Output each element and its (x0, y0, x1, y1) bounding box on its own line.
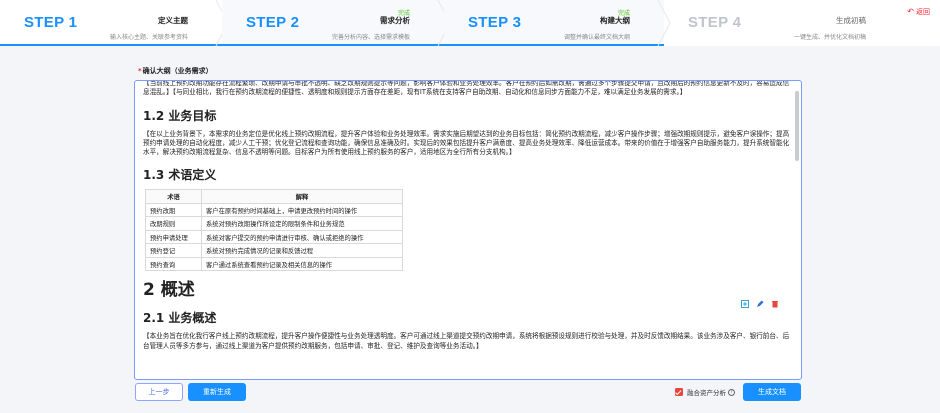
term-cell[interactable]: 预约申请处理 (145, 230, 202, 245)
step-description: 输入核心主题、关联参考资料 (109, 34, 188, 41)
arrow-left-icon: ↶ (907, 7, 914, 16)
step-title: 构建大纲 (600, 16, 630, 25)
back-label: 返回 (916, 8, 930, 16)
previous-step-button[interactable]: 上一步 (135, 383, 183, 401)
checkbox-checked-icon[interactable] (675, 388, 683, 396)
table-row: 预约改期 客户在原有预约时间基础上，申请更改预约时间的操作 (145, 203, 403, 218)
background-paragraph[interactable]: 【当前线上预约改期功能存在流程繁琐、改期申请与审批不透明、缺乏改期规则提示等问题… (143, 81, 793, 98)
add-icon[interactable] (741, 300, 749, 308)
outline-editor[interactable]: 【当前线上预约改期功能存在流程繁琐、改期申请与审批不透明、缺乏改期规则提示等问题… (134, 80, 802, 380)
term-cell[interactable]: 预约查询 (145, 257, 202, 272)
back-link[interactable]: ↶ 返回 (907, 7, 930, 17)
generate-document-button[interactable]: 生成文档 (743, 383, 801, 401)
outline-title-text: 确认大纲（业务需求） (142, 67, 213, 75)
scrollbar-thumb[interactable] (795, 91, 799, 161)
terms-table: 术语 解释 预约改期 客户在原有预约时间基础上，申请更改预约时间的操作 改期规则… (145, 189, 403, 272)
step-4[interactable]: STEP 4 生成初稿 一键生成、并优化文档初稿 (664, 0, 900, 46)
step-1[interactable]: STEP 1 定义主题 输入核心主题、关联参考资料 (0, 0, 222, 46)
section-heading-goal[interactable]: 1.2 业务目标 (143, 107, 793, 124)
required-icon: * (138, 67, 142, 75)
regenerate-button[interactable]: 重新生成 (188, 383, 246, 401)
section-heading-business[interactable]: 2.1 业务概述 (143, 309, 793, 326)
goal-paragraph[interactable]: 【在以上业务背景下，本需求的业务定位是优化线上预约改期流程，提升客户体验和业务处… (143, 130, 793, 158)
delete-icon[interactable] (771, 300, 779, 308)
step-title: 生成初稿 (836, 16, 866, 25)
step-3[interactable]: STEP 3 完成 构建大纲 调整并确认最终文档大纲 (444, 0, 664, 46)
outline-card: *确认大纲（业务需求） 【当前线上预约改期功能存在流程繁琐、改期申请与审批不透明… (134, 60, 808, 380)
section-heading-terms[interactable]: 1.3 术语定义 (143, 166, 793, 183)
step-title: 定义主题 (158, 16, 188, 25)
section-toolbar (741, 300, 779, 308)
desc-cell[interactable]: 客户通过系统查看预约记录及相关信息的操作 (201, 257, 403, 272)
help-icon[interactable]: ? (728, 388, 735, 396)
section-heading-overview[interactable]: 2 概述 (143, 275, 793, 300)
table-header-row: 术语 解释 (145, 189, 403, 204)
step-description: 调整并确认最终文档大纲 (563, 34, 630, 41)
step-title: 需求分析 (380, 16, 410, 25)
fuse-asset-analysis-option[interactable]: 融合资产分析 ? (675, 387, 735, 397)
desc-cell[interactable]: 系统对预约完成情况的记录和反馈过程 (201, 243, 403, 258)
desc-cell[interactable]: 系统对客户提交的预约申请进行审核、确认或拒绝的操作 (201, 230, 403, 245)
outline-title: *确认大纲（业务需求） (138, 66, 213, 76)
term-cell[interactable]: 预约登记 (145, 243, 202, 258)
desc-cell[interactable]: 系统对预约改期操作所设定的限制条件和业务规范 (201, 216, 403, 231)
step-description: 完善分析内容、选择需求模板 (331, 34, 410, 41)
step-description: 一键生成、并优化文档初稿 (793, 34, 866, 41)
step-number: STEP 1 (24, 14, 78, 31)
step-number: STEP 4 (688, 14, 742, 31)
table-row: 预约查询 客户通过系统查看预约记录及相关信息的操作 (145, 257, 403, 272)
edit-icon[interactable] (756, 300, 764, 308)
step-number: STEP 2 (246, 14, 300, 31)
step-number: STEP 3 (468, 14, 522, 31)
step-bar: STEP 1 定义主题 输入核心主题、关联参考资料 STEP 2 完成 需求分析… (0, 0, 940, 46)
desc-cell[interactable]: 客户在原有预约时间基础上，申请更改预约时间的操作 (201, 203, 403, 218)
fuse-asset-analysis-label: 融合资产分析 (687, 389, 726, 397)
business-paragraph[interactable]: 【本业务旨在优化我行客户线上预约改期流程，提升客户操作便捷性与业务处理透明度。客… (143, 332, 793, 351)
outline-document: 【当前线上预约改期功能存在流程繁琐、改期申请与审批不透明、缺乏改期规则提示等问题… (143, 81, 793, 351)
step-2[interactable]: STEP 2 完成 需求分析 完善分析内容、选择需求模板 (222, 0, 444, 46)
term-cell[interactable]: 改期规则 (145, 216, 202, 231)
column-header-desc: 解释 (201, 189, 403, 204)
table-row: 预约登记 系统对预约完成情况的记录和反馈过程 (145, 243, 403, 258)
column-header-term: 术语 (145, 189, 202, 204)
term-cell[interactable]: 预约改期 (145, 203, 202, 218)
table-row: 预约申请处理 系统对客户提交的预约申请进行审核、确认或拒绝的操作 (145, 230, 403, 245)
table-row: 改期规则 系统对预约改期操作所设定的限制条件和业务规范 (145, 216, 403, 231)
